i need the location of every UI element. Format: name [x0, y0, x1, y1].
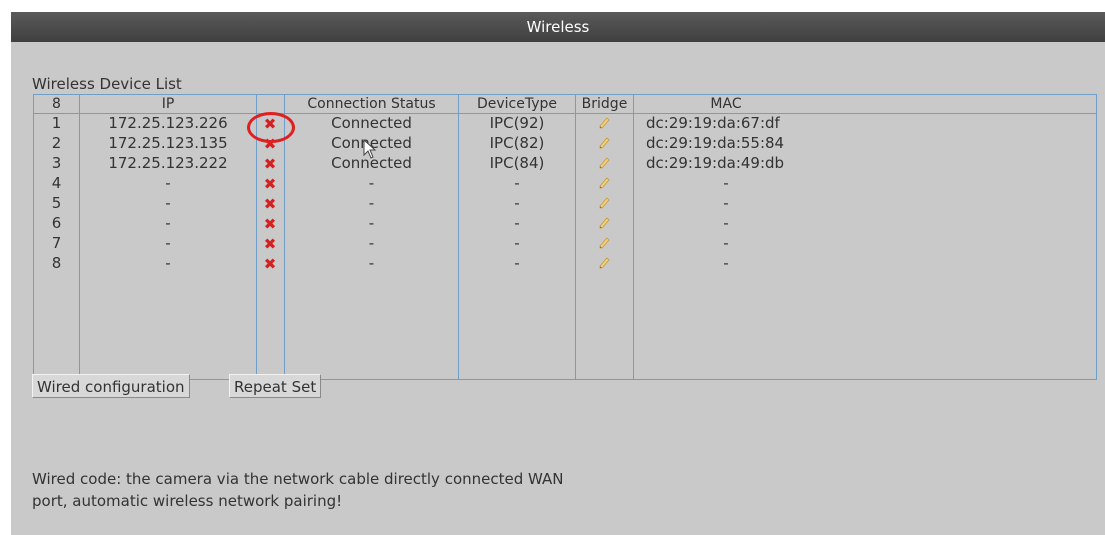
- row-ip: 172.25.123.135: [108, 134, 228, 152]
- row-index: 5: [51, 194, 62, 212]
- pencil-edit-icon[interactable]: [598, 237, 610, 251]
- row-index: 1: [51, 114, 62, 132]
- row-device-type: IPC(82): [489, 134, 545, 152]
- row-mac: -: [723, 214, 729, 232]
- row-ip: -: [165, 174, 171, 192]
- device-list-label: Wireless Device List: [32, 75, 182, 93]
- delete-x-icon[interactable]: ✖: [261, 255, 279, 273]
- table-header: 8 IP Connection Status DeviceType Bridge…: [34, 95, 1096, 114]
- row-index: 7: [51, 234, 62, 252]
- pairing-note-line-2: port, automatic wireless network pairing…: [32, 492, 343, 510]
- wireless-dialog: Wireless Wireless Device List 8 IP Conne…: [11, 12, 1105, 535]
- row-ip: -: [165, 214, 171, 232]
- pairing-note-line-1: Wired code: the camera via the network c…: [32, 470, 564, 488]
- header-bridge[interactable]: Bridge: [576, 95, 633, 114]
- header-mac[interactable]: MAC: [634, 95, 818, 114]
- delete-x-icon[interactable]: ✖: [261, 235, 279, 253]
- row-index: 2: [51, 134, 62, 152]
- pencil-edit-icon[interactable]: [598, 257, 610, 271]
- table-row[interactable]: 2 172.25.123.135 Connected IPC(82) dc:29:19:…: [34, 134, 1096, 153]
- row-index: 3: [51, 154, 62, 172]
- row-index: 8: [51, 254, 62, 272]
- table-row[interactable]: 1 172.25.123.226 Connected IPC(92) dc:29:19:…: [34, 114, 1096, 133]
- row-device-type: IPC(84): [489, 154, 545, 172]
- row-ip: -: [165, 254, 171, 272]
- delete-x-icon[interactable]: ✖: [261, 175, 279, 193]
- row-device-type: -: [514, 254, 520, 272]
- row-ip: 172.25.123.222: [108, 154, 228, 172]
- pencil-edit-icon[interactable]: [598, 117, 610, 131]
- row-connection-status: -: [368, 214, 375, 232]
- table-row[interactable]: 7 - - - - ✖: [34, 234, 1096, 253]
- row-mac: -: [723, 174, 729, 192]
- pencil-edit-icon[interactable]: [598, 137, 610, 151]
- row-mac: dc:29:19:da:67:df: [646, 114, 780, 132]
- row-mac: -: [723, 194, 729, 212]
- pencil-edit-icon[interactable]: [598, 177, 610, 191]
- row-mac: dc:29:19:da:55:84: [646, 134, 785, 152]
- row-device-type: -: [514, 214, 520, 232]
- pencil-edit-icon[interactable]: [598, 217, 610, 231]
- table-row[interactable]: 4 - - - - ✖: [34, 174, 1096, 193]
- row-device-type: -: [514, 174, 520, 192]
- table-row[interactable]: 6 - - - - ✖: [34, 214, 1096, 233]
- delete-x-icon[interactable]: ✖: [261, 155, 279, 173]
- row-ip: 172.25.123.226: [108, 114, 228, 132]
- device-table: 8 IP Connection Status DeviceType Bridge…: [33, 94, 1097, 380]
- table-row[interactable]: 3 172.25.123.222 Connected IPC(84) dc:29:19:…: [34, 154, 1096, 173]
- delete-x-icon[interactable]: ✖: [261, 215, 279, 233]
- row-ip: -: [165, 194, 171, 212]
- mouse-cursor-icon: [363, 139, 377, 159]
- highlight-ring: [247, 112, 295, 143]
- row-connection-status: Connected: [331, 114, 412, 132]
- row-index: 4: [51, 174, 62, 192]
- wired-configuration-button[interactable]: Wired configuration: [32, 374, 190, 398]
- pencil-edit-icon[interactable]: [598, 197, 610, 211]
- row-connection-status: -: [368, 254, 375, 272]
- pencil-edit-icon[interactable]: [598, 157, 610, 171]
- row-device-type: IPC(92): [489, 114, 545, 132]
- table-row[interactable]: 5 - - - - ✖: [34, 194, 1096, 213]
- row-index: 6: [51, 214, 62, 232]
- pairing-note: Wired code: the camera via the network c…: [32, 468, 732, 512]
- row-device-type: -: [514, 234, 520, 252]
- row-mac: -: [723, 254, 729, 272]
- row-connection-status: -: [368, 174, 375, 192]
- row-mac: dc:29:19:da:49:db: [646, 154, 785, 172]
- row-connection-status: -: [368, 234, 375, 252]
- table-row[interactable]: 8 - - - - ✖: [34, 254, 1096, 273]
- header-connection-status[interactable]: Connection Status: [285, 95, 458, 114]
- row-connection-status: -: [368, 194, 375, 212]
- delete-x-icon[interactable]: ✖: [261, 195, 279, 213]
- repeat-set-button[interactable]: Repeat Set: [229, 374, 322, 398]
- header-ip[interactable]: IP: [80, 95, 256, 114]
- header-device-type[interactable]: DeviceType: [459, 95, 575, 114]
- row-device-type: -: [514, 194, 520, 212]
- row-ip: -: [165, 234, 171, 252]
- dialog-title: Wireless: [11, 12, 1105, 42]
- row-mac: -: [723, 234, 729, 252]
- header-index[interactable]: 8: [34, 95, 79, 114]
